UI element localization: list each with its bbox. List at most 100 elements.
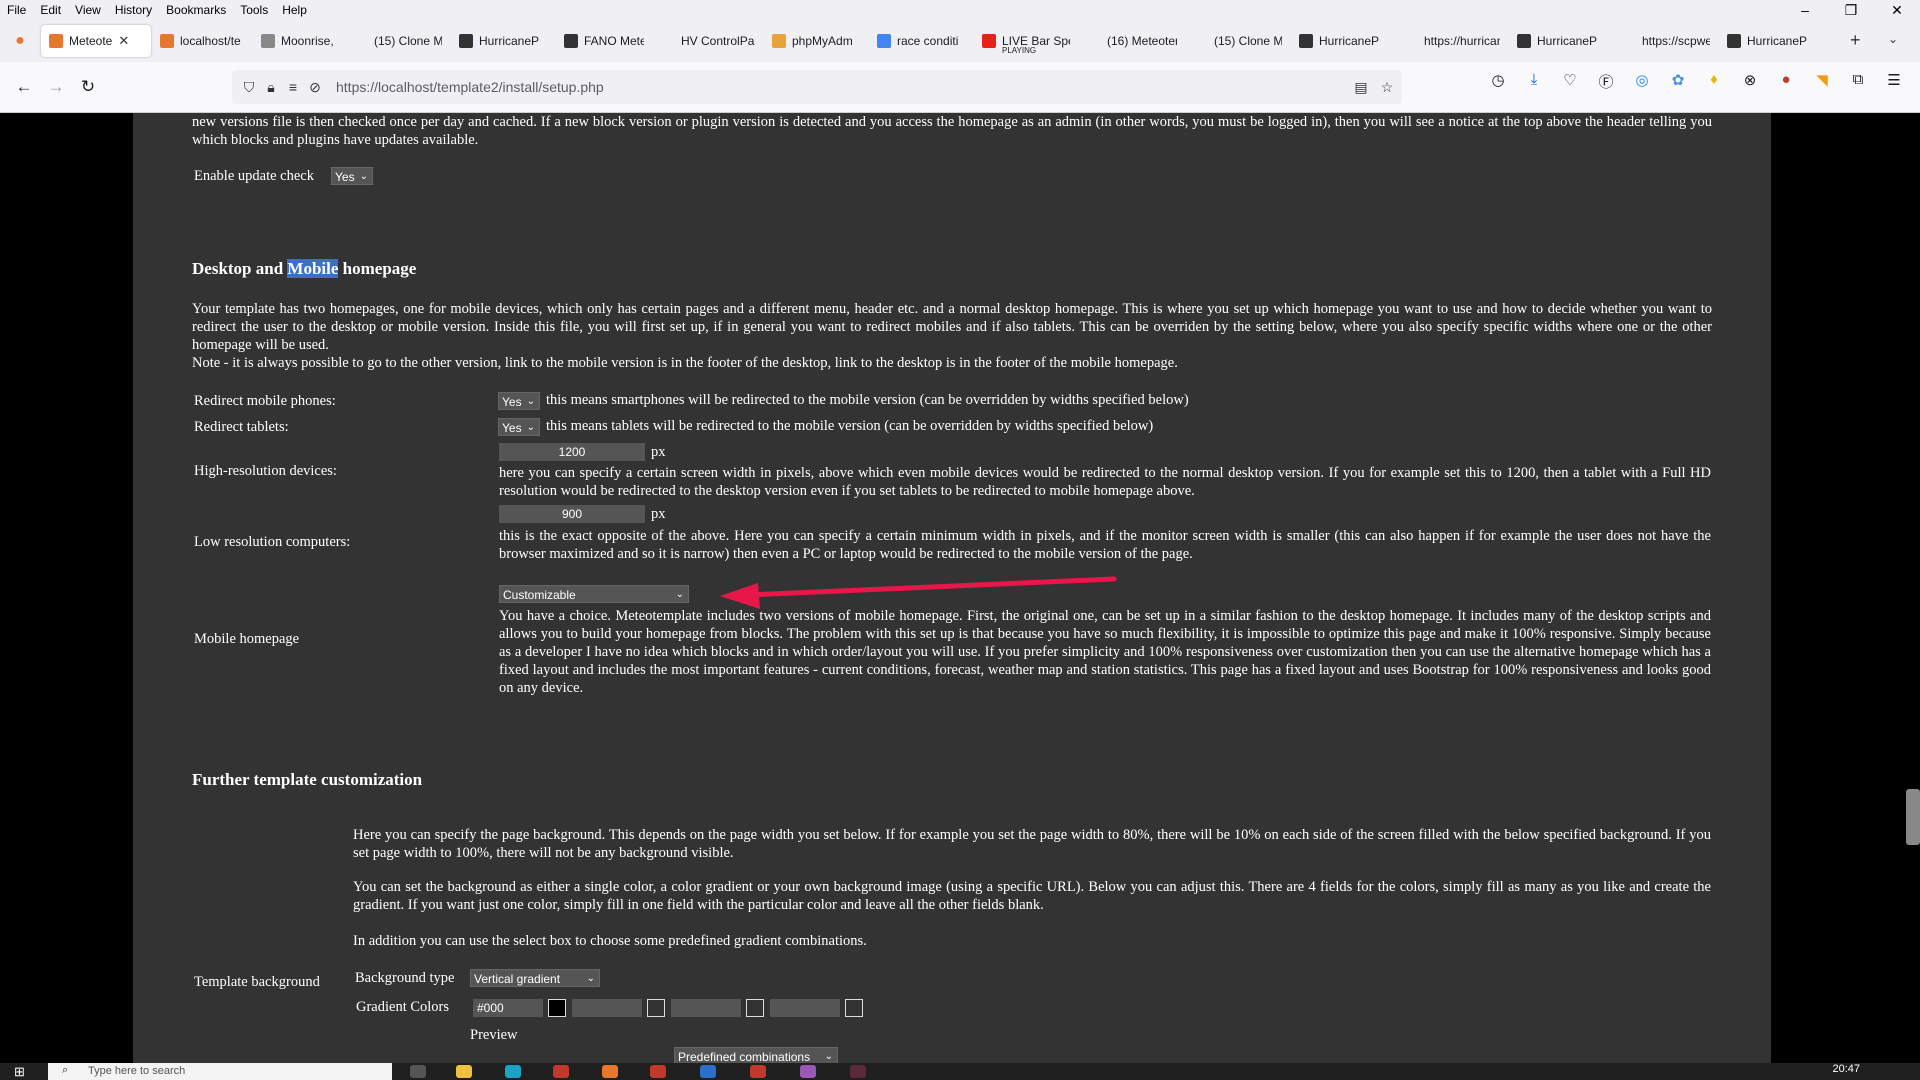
gradient-color-2-input[interactable] (572, 999, 642, 1017)
app-icon[interactable] (700, 1065, 716, 1078)
tab-item[interactable]: HurricaneP (1509, 25, 1613, 57)
app-icon[interactable] (650, 1065, 666, 1078)
tab-playing-label: PLAYING (1002, 45, 1037, 55)
page-scrollbar-thumb[interactable] (1906, 789, 1920, 845)
background-paragraph-1: Here you can specify the page background… (353, 827, 1711, 861)
menu-tools[interactable]: Tools (233, 3, 275, 17)
taskbar-clock[interactable]: 20:47 (1832, 1063, 1860, 1075)
tab-label: HV ControlPane (681, 34, 755, 48)
url-bar[interactable]: ⛉ 🔒︎ ≡ ⊘ https://localhost/template2/ins… (232, 70, 1402, 104)
close-window-icon[interactable]: ✕ (1874, 0, 1920, 20)
extension-brain-icon[interactable]: ✿ (1660, 71, 1696, 92)
shield-icon[interactable]: ⛉ (238, 79, 260, 96)
reload-icon[interactable]: ↻ (72, 71, 104, 103)
tab-item[interactable]: race conditi (869, 25, 973, 57)
reader-view-icon[interactable]: ▤ (1350, 79, 1372, 96)
extension-blocker-icon[interactable]: ⊗ (1732, 71, 1768, 92)
forward-icon[interactable]: → (40, 71, 72, 103)
new-tab-icon[interactable]: + (1850, 30, 1861, 51)
close-tab-icon[interactable]: ✕ (118, 33, 129, 49)
file-explorer-icon[interactable] (456, 1065, 472, 1078)
gradient-color-3-input[interactable] (671, 999, 741, 1017)
tab-item[interactable]: https://scpweat (1614, 25, 1718, 57)
menu-edit[interactable]: Edit (33, 3, 68, 17)
search-icon: ⌕ (62, 1064, 69, 1076)
app-icon[interactable] (850, 1065, 866, 1078)
windows-start-icon[interactable]: ⊞ (14, 1064, 25, 1080)
favicon-icon (661, 34, 675, 48)
app-icon[interactable] (750, 1065, 766, 1078)
tab-list-icon[interactable]: ⌄ (1888, 32, 1898, 46)
bookmark-star-icon[interactable]: ☆ (1376, 79, 1398, 96)
extension-f-icon[interactable]: Ⓕ (1588, 71, 1624, 92)
tab-item[interactable]: localhost/te (152, 25, 252, 57)
back-icon[interactable]: ← (8, 71, 40, 103)
menu-bookmarks[interactable]: Bookmarks (159, 3, 233, 17)
highres-width-input[interactable]: 1200 (499, 443, 645, 461)
favicon-icon (1404, 34, 1418, 48)
tab-item[interactable]: https://hurrican (1396, 25, 1508, 57)
tab-item[interactable]: HurricaneP (1719, 25, 1823, 57)
download-icon[interactable]: ⤓ (1516, 71, 1552, 92)
tab-item[interactable]: LIVE Bar Spe PLAYING (974, 25, 1078, 57)
history-icon[interactable]: ◷ (1480, 71, 1516, 92)
permissions-icon[interactable]: ≡ (282, 79, 304, 95)
extension-circle-icon[interactable]: ◎ (1624, 71, 1660, 92)
tab-item[interactable]: Moonrise, M (253, 25, 345, 57)
redirect-phones-label: Redirect mobile phones: (194, 393, 336, 409)
task-view-icon[interactable] (410, 1065, 426, 1078)
maximize-icon[interactable]: ❐ (1828, 0, 1874, 20)
tab-item[interactable]: (15) Clone Mete (1186, 25, 1290, 57)
menu-history[interactable]: History (108, 3, 159, 17)
extension-bell-icon[interactable]: ♦ (1696, 71, 1732, 92)
predefined-combinations-select[interactable]: Predefined combinations ⌄ (674, 1047, 838, 1063)
extensions-icon[interactable]: ⧉ (1840, 71, 1876, 92)
lowres-width-input[interactable]: 900 (499, 505, 645, 523)
redirect-tablets-select[interactable]: Yes ⌄ (498, 418, 540, 436)
tab-item[interactable]: FANO Mete (556, 25, 652, 57)
favicon-icon (459, 34, 473, 48)
tab-item[interactable]: HurricaneP (451, 25, 555, 57)
mobile-homepage-select[interactable]: Customizable ⌄ (499, 585, 689, 603)
minimize-icon[interactable]: – (1782, 0, 1828, 20)
firefox-taskbar-icon[interactable] (602, 1065, 618, 1078)
tab-item[interactable]: HV ControlPane (653, 25, 763, 57)
tab-item[interactable]: phpMyAdm (764, 25, 868, 57)
gradient-color-1-input[interactable]: #000 (473, 999, 543, 1017)
update-check-label: Enable update check (194, 168, 314, 184)
redirect-phones-select[interactable]: Yes ⌄ (498, 392, 540, 410)
tab-item[interactable]: HurricaneP (1291, 25, 1395, 57)
redirect-tablets-value: Yes (502, 421, 522, 435)
lock-icon[interactable]: 🔒︎ (260, 79, 282, 96)
app-icon[interactable] (800, 1065, 816, 1078)
app-menu-icon[interactable]: ☰ (1876, 71, 1912, 92)
menu-view[interactable]: View (68, 3, 108, 17)
favicon-icon (772, 34, 786, 48)
tab-item[interactable]: (16) Meteotemp (1079, 25, 1185, 57)
menu-file[interactable]: File (0, 3, 33, 17)
menu-help[interactable]: Help (275, 3, 314, 17)
taskbar-search[interactable]: ⌕ Type here to search (48, 1063, 392, 1080)
pocket-icon[interactable]: ♡ (1552, 71, 1588, 92)
windows-taskbar: ⊞ ⌕ Type here to search 20:47 (0, 1063, 1920, 1080)
redirect-tablets-label: Redirect tablets: (194, 419, 289, 435)
background-type-select[interactable]: Vertical gradient ⌄ (470, 969, 600, 987)
favicon-icon (564, 34, 578, 48)
url-text[interactable]: https://localhost/template2/install/setu… (336, 79, 604, 95)
favicon-icon (261, 34, 275, 48)
tracking-icon[interactable]: ⊘ (304, 79, 326, 96)
background-type-label: Background type (355, 970, 455, 986)
section-title-customization: Further template customization (192, 770, 423, 789)
edge-icon[interactable] (505, 1065, 521, 1078)
template-background-label: Template background (194, 974, 320, 990)
tab-item[interactable]: Meteote ✕ (41, 25, 151, 57)
chevron-down-icon: ⌄ (675, 589, 684, 600)
tab-item[interactable]: (15) Clone Mete (346, 25, 450, 57)
gradient-color-4-input[interactable] (770, 999, 840, 1017)
app-icon[interactable] (553, 1065, 569, 1078)
update-check-select[interactable]: Yes ⌄ (331, 167, 373, 185)
firefox-icon[interactable]: ● (0, 32, 40, 50)
extension-cookie-icon[interactable]: ● (1768, 71, 1804, 92)
rss-icon[interactable]: ◥ (1804, 71, 1840, 92)
redirect-tablets-description: this means tablets will be redirected to… (546, 418, 1154, 434)
